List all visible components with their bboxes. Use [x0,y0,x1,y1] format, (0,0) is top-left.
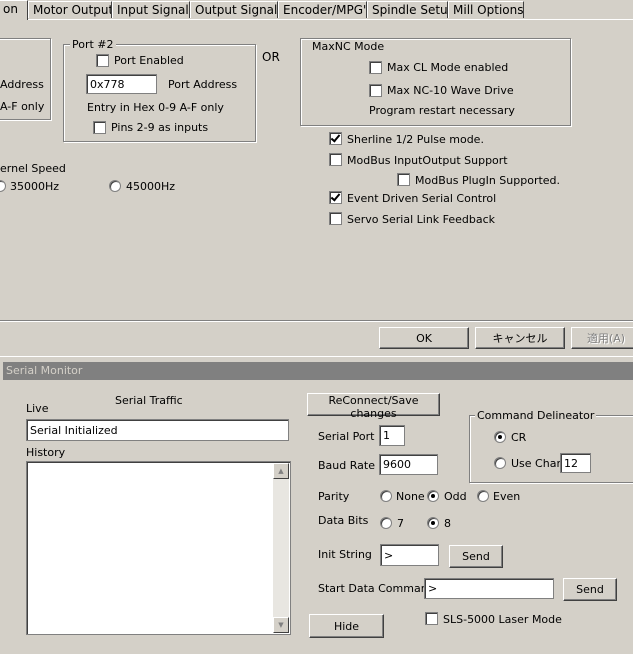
sherline-label: Sherline 1/2 Pulse mode. [347,133,484,146]
modbus-plugin-label: ModBus PlugIn Supported. [415,174,561,187]
init-string-label: Init String [318,548,372,561]
history-scrollbar[interactable]: ▲ ▼ [273,463,289,633]
serial-port-label: Serial Port [318,430,375,443]
servo-feedback-label: Servo Serial Link Feedback [347,213,496,226]
modbus-plugin-checkbox[interactable] [397,173,410,186]
databits-7-radio[interactable] [380,517,392,529]
tab-output-signals[interactable]: Output Signals [190,1,278,18]
serial-port-input[interactable] [379,425,405,446]
sherline-checkbox[interactable] [329,132,342,145]
delim-cr-radio[interactable] [494,431,506,443]
databits-8-radio[interactable] [427,517,439,529]
kernel-45000-radio[interactable] [109,180,121,192]
laser-mode-checkbox[interactable] [425,612,438,625]
history-textarea[interactable]: ▲ ▼ [26,461,291,635]
port2-title: Port #2 [70,38,116,51]
hide-button[interactable]: Hide [309,614,384,638]
restart-note: Program restart necessary [369,104,515,117]
laser-mode-label: SLS-5000 Laser Mode [443,613,562,626]
kernel-speed-label: ernel Speed [0,162,66,175]
delim-usechar-label: Use Char [511,457,561,470]
kernel-45000-label: 45000Hz [126,180,176,193]
port2-enabled-checkbox[interactable] [96,54,109,67]
baud-rate-input[interactable] [379,454,438,475]
tab-input-signals[interactable]: Input Signals [112,1,190,18]
start-data-label: Start Data Command [318,582,435,595]
port1-address-label: Address [0,78,44,91]
cancel-button[interactable]: キャンセル [475,327,565,349]
apply-button[interactable]: 適用(A) [571,327,633,349]
parity-none-radio[interactable] [380,490,392,502]
parity-odd-radio[interactable] [427,490,439,502]
port2-enabled-label: Port Enabled [114,54,184,67]
tab-mill-options[interactable]: Mill Options [448,1,524,18]
tab-spindle-setup[interactable]: Spindle Setup [367,1,448,18]
panel-edge-highlight [0,321,633,322]
tab-config[interactable]: on [0,0,28,20]
or-label: OR [262,50,280,64]
history-label: History [26,446,66,459]
port2-pins-checkbox[interactable] [93,121,106,134]
parity-odd-label: Odd [444,490,467,503]
init-send-button[interactable]: Send [449,545,503,568]
baud-rate-label: Baud Rate [318,459,375,472]
port1-hex-note: A-F only [0,100,45,113]
tab-divider [0,19,633,20]
kernel-35000-label: 35000Hz [10,180,60,193]
port2-pins-label: Pins 2-9 as inputs [111,121,209,134]
ok-button[interactable]: OK [379,327,469,349]
parity-even-label: Even [493,490,521,503]
databits-8-label: 8 [444,517,451,530]
scroll-up-icon[interactable]: ▲ [273,463,289,479]
reconnect-save-button[interactable]: ReConnect/Save changes [307,393,440,420]
parity-label: Parity [318,490,350,503]
maxnc-title: MaxNC Mode [310,40,387,53]
tab-encoder-mpg[interactable]: Encoder/MPG's [278,1,367,18]
max-wave-label: Max NC-10 Wave Drive [387,84,514,97]
max-cl-label: Max CL Mode enabled [387,61,509,74]
delineator-group [469,415,633,483]
tab-bar: on Motor Outputs Input Signals Output Si… [0,0,633,20]
port2-address-label: Port Address [168,78,238,91]
serial-monitor-window: Serial Monitor Serial Traffic Live Histo… [0,356,633,654]
tab-motor-outputs[interactable]: Motor Outputs [28,1,112,18]
live-label: Live [26,402,49,415]
max-cl-checkbox[interactable] [369,61,382,74]
delim-char-input[interactable] [560,453,591,473]
live-input[interactable] [26,419,289,441]
start-send-button[interactable]: Send [563,578,617,601]
start-data-input[interactable] [424,578,554,599]
delim-cr-label: CR [511,431,527,444]
init-string-input[interactable] [380,544,439,566]
delim-usechar-radio[interactable] [494,457,506,469]
scroll-down-icon[interactable]: ▼ [273,617,289,633]
parity-even-radio[interactable] [477,490,489,502]
modbus-label: ModBus InputOutput Support [347,154,508,167]
port2-address-input[interactable] [86,74,157,94]
max-wave-checkbox[interactable] [369,84,382,97]
delineator-title: Command Delineator [475,409,597,422]
servo-feedback-checkbox[interactable] [329,212,342,225]
kernel-35000-radio[interactable] [0,180,6,192]
data-bits-label: Data Bits [318,514,369,527]
event-driven-checkbox[interactable] [329,191,342,204]
modbus-checkbox[interactable] [329,153,342,166]
parity-none-label: None [396,490,425,503]
serial-traffic-label: Serial Traffic [115,394,183,407]
serial-monitor-titlebar: Serial Monitor [3,362,633,380]
port2-hex-note: Entry in Hex 0-9 A-F only [87,101,224,114]
databits-7-label: 7 [397,517,404,530]
event-driven-label: Event Driven Serial Control [347,192,497,205]
